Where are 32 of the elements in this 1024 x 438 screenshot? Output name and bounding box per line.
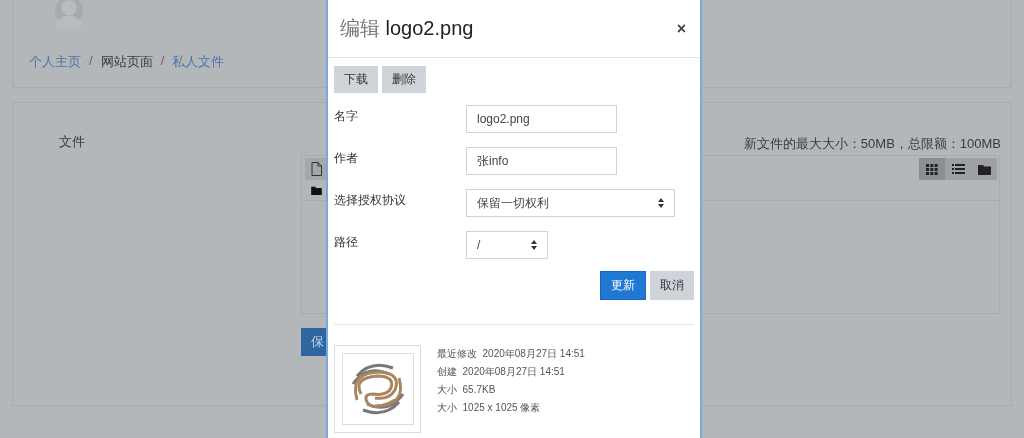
updown-icon bbox=[658, 198, 664, 208]
select-dropdown[interactable]: / bbox=[466, 231, 548, 259]
action-button[interactable]: 下载 bbox=[334, 66, 378, 93]
field-label: 路径 bbox=[334, 234, 359, 251]
updown-icon bbox=[531, 240, 537, 250]
folder-icon bbox=[311, 185, 322, 195]
text-input[interactable]: 张info bbox=[466, 147, 617, 175]
file-info-text: 大小 65.7KB bbox=[437, 383, 497, 397]
file-icon bbox=[310, 162, 322, 176]
text-input[interactable]: logo2.png bbox=[466, 105, 617, 133]
view-toggle-button[interactable] bbox=[919, 158, 945, 180]
dialog-title: 编辑 logo2.png bbox=[340, 16, 474, 41]
breadcrumb-separator: / bbox=[89, 53, 93, 70]
update-button[interactable]: 更新 bbox=[600, 271, 646, 300]
grid-icon bbox=[926, 163, 938, 175]
field-label: 作者 bbox=[334, 150, 359, 167]
breadcrumb-item: 网站页面 bbox=[100, 53, 153, 71]
folder-icon bbox=[977, 163, 991, 175]
list-icon bbox=[951, 163, 965, 175]
file-info-text: 创建 2020年08月27日 14:51 bbox=[437, 365, 566, 379]
select-dropdown[interactable]: 保留一切权利 bbox=[466, 189, 675, 217]
add-file-button[interactable] bbox=[305, 158, 327, 180]
file-info-text: 最近修改 2020年08月27日 14:51 bbox=[437, 347, 585, 361]
breadcrumb-separator: / bbox=[160, 53, 165, 70]
close-button[interactable]: × bbox=[674, 19, 688, 38]
file-info-text: 大小 1025 x 1025 像素 bbox=[437, 401, 542, 415]
action-button[interactable]: 删除 bbox=[382, 66, 426, 93]
limits-text: 新文件的最大大小：50MB，总限额：100MB bbox=[742, 135, 1001, 153]
field-label: 选择授权协议 bbox=[334, 192, 407, 209]
field-label: 名字 bbox=[334, 108, 359, 125]
files-label: 文件 bbox=[59, 133, 86, 151]
cancel-button[interactable]: 取消 bbox=[650, 271, 694, 300]
